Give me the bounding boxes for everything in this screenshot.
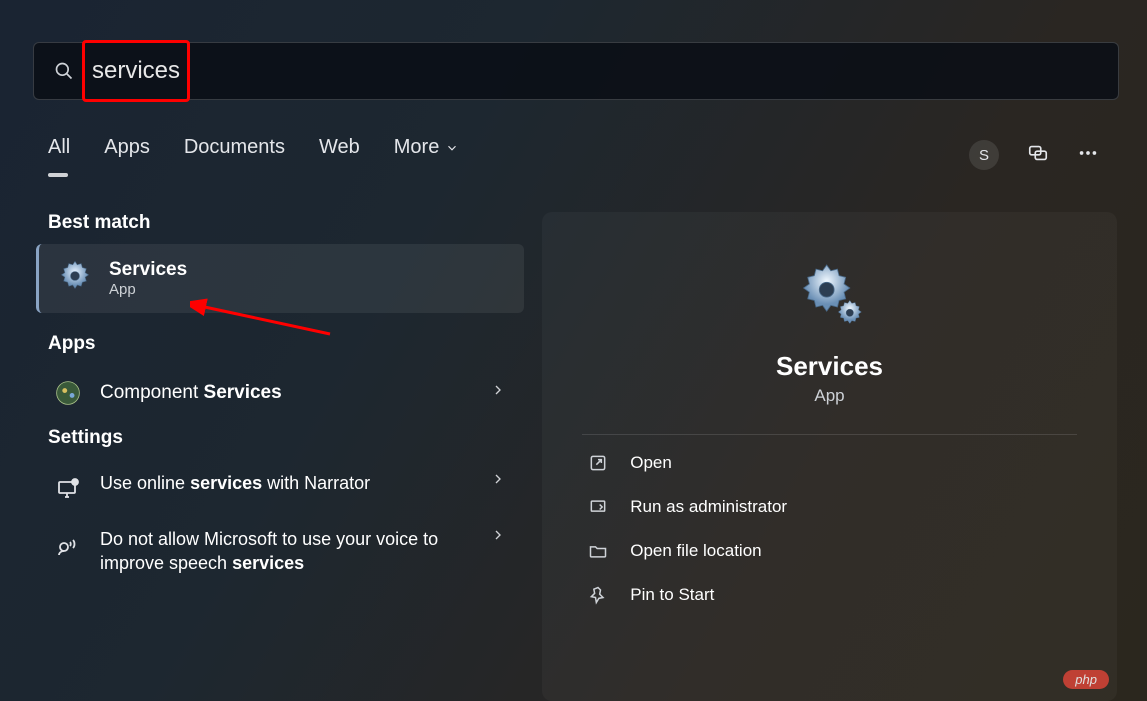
result-voice-services[interactable]: Do not allow Microsoft to use your voice… xyxy=(36,515,524,588)
chevron-right-icon xyxy=(490,382,506,404)
open-icon xyxy=(588,453,608,473)
result-label: Use online services with Narrator xyxy=(100,471,506,495)
tab-more-label: More xyxy=(394,136,440,159)
best-match-title: Services xyxy=(109,259,187,281)
chevron-right-icon xyxy=(490,471,506,493)
divider xyxy=(582,434,1077,435)
gear-icon xyxy=(57,258,93,299)
filter-tabs: All Apps Documents Web More xyxy=(48,136,459,159)
result-label: Component Services xyxy=(100,380,506,406)
chevron-right-icon xyxy=(490,527,506,549)
action-run-admin[interactable]: Run as administrator xyxy=(582,485,1077,529)
action-open-location[interactable]: Open file location xyxy=(582,529,1077,573)
search-bar[interactable] xyxy=(33,42,1119,100)
tab-more[interactable]: More xyxy=(394,136,460,159)
tab-documents[interactable]: Documents xyxy=(184,136,285,159)
result-label: Do not allow Microsoft to use your voice… xyxy=(100,527,506,576)
search-icon xyxy=(54,61,74,81)
apps-header: Apps xyxy=(48,333,524,355)
watermark: php xyxy=(1063,670,1109,689)
voice-icon xyxy=(54,531,82,559)
chat-icon[interactable] xyxy=(1027,142,1049,169)
tab-web[interactable]: Web xyxy=(319,136,360,159)
chevron-down-icon xyxy=(445,141,459,155)
best-match-text: Services App xyxy=(109,259,187,298)
action-open[interactable]: Open xyxy=(582,441,1077,485)
best-match-header: Best match xyxy=(48,212,524,234)
preview-pane: Services App Open Run as administrator O… xyxy=(542,212,1117,701)
preview-subtitle: App xyxy=(814,386,844,406)
user-avatar[interactable]: S xyxy=(969,140,999,170)
tab-all[interactable]: All xyxy=(48,136,70,159)
component-services-icon xyxy=(54,379,82,407)
best-match-item[interactable]: Services App xyxy=(36,244,524,313)
settings-header: Settings xyxy=(48,427,524,449)
top-right-controls: S xyxy=(969,140,1099,170)
result-component-services[interactable]: Component Services xyxy=(36,365,524,421)
preview-actions: Open Run as administrator Open file loca… xyxy=(582,441,1077,617)
action-pin-start[interactable]: Pin to Start xyxy=(582,573,1077,617)
search-input[interactable] xyxy=(92,57,1118,85)
preview-title: Services xyxy=(776,351,883,382)
more-icon[interactable] xyxy=(1077,142,1099,169)
admin-icon xyxy=(588,497,608,517)
gear-icon xyxy=(797,260,863,331)
monitor-icon xyxy=(54,475,82,503)
best-match-subtitle: App xyxy=(109,281,187,298)
tab-apps[interactable]: Apps xyxy=(104,136,150,159)
folder-icon xyxy=(588,541,608,561)
result-narrator-services[interactable]: Use online services with Narrator xyxy=(36,459,524,515)
main-area: Best match Services App Apps Component S… xyxy=(36,212,1117,701)
results-column: Best match Services App Apps Component S… xyxy=(36,212,524,701)
pin-icon xyxy=(588,585,608,605)
